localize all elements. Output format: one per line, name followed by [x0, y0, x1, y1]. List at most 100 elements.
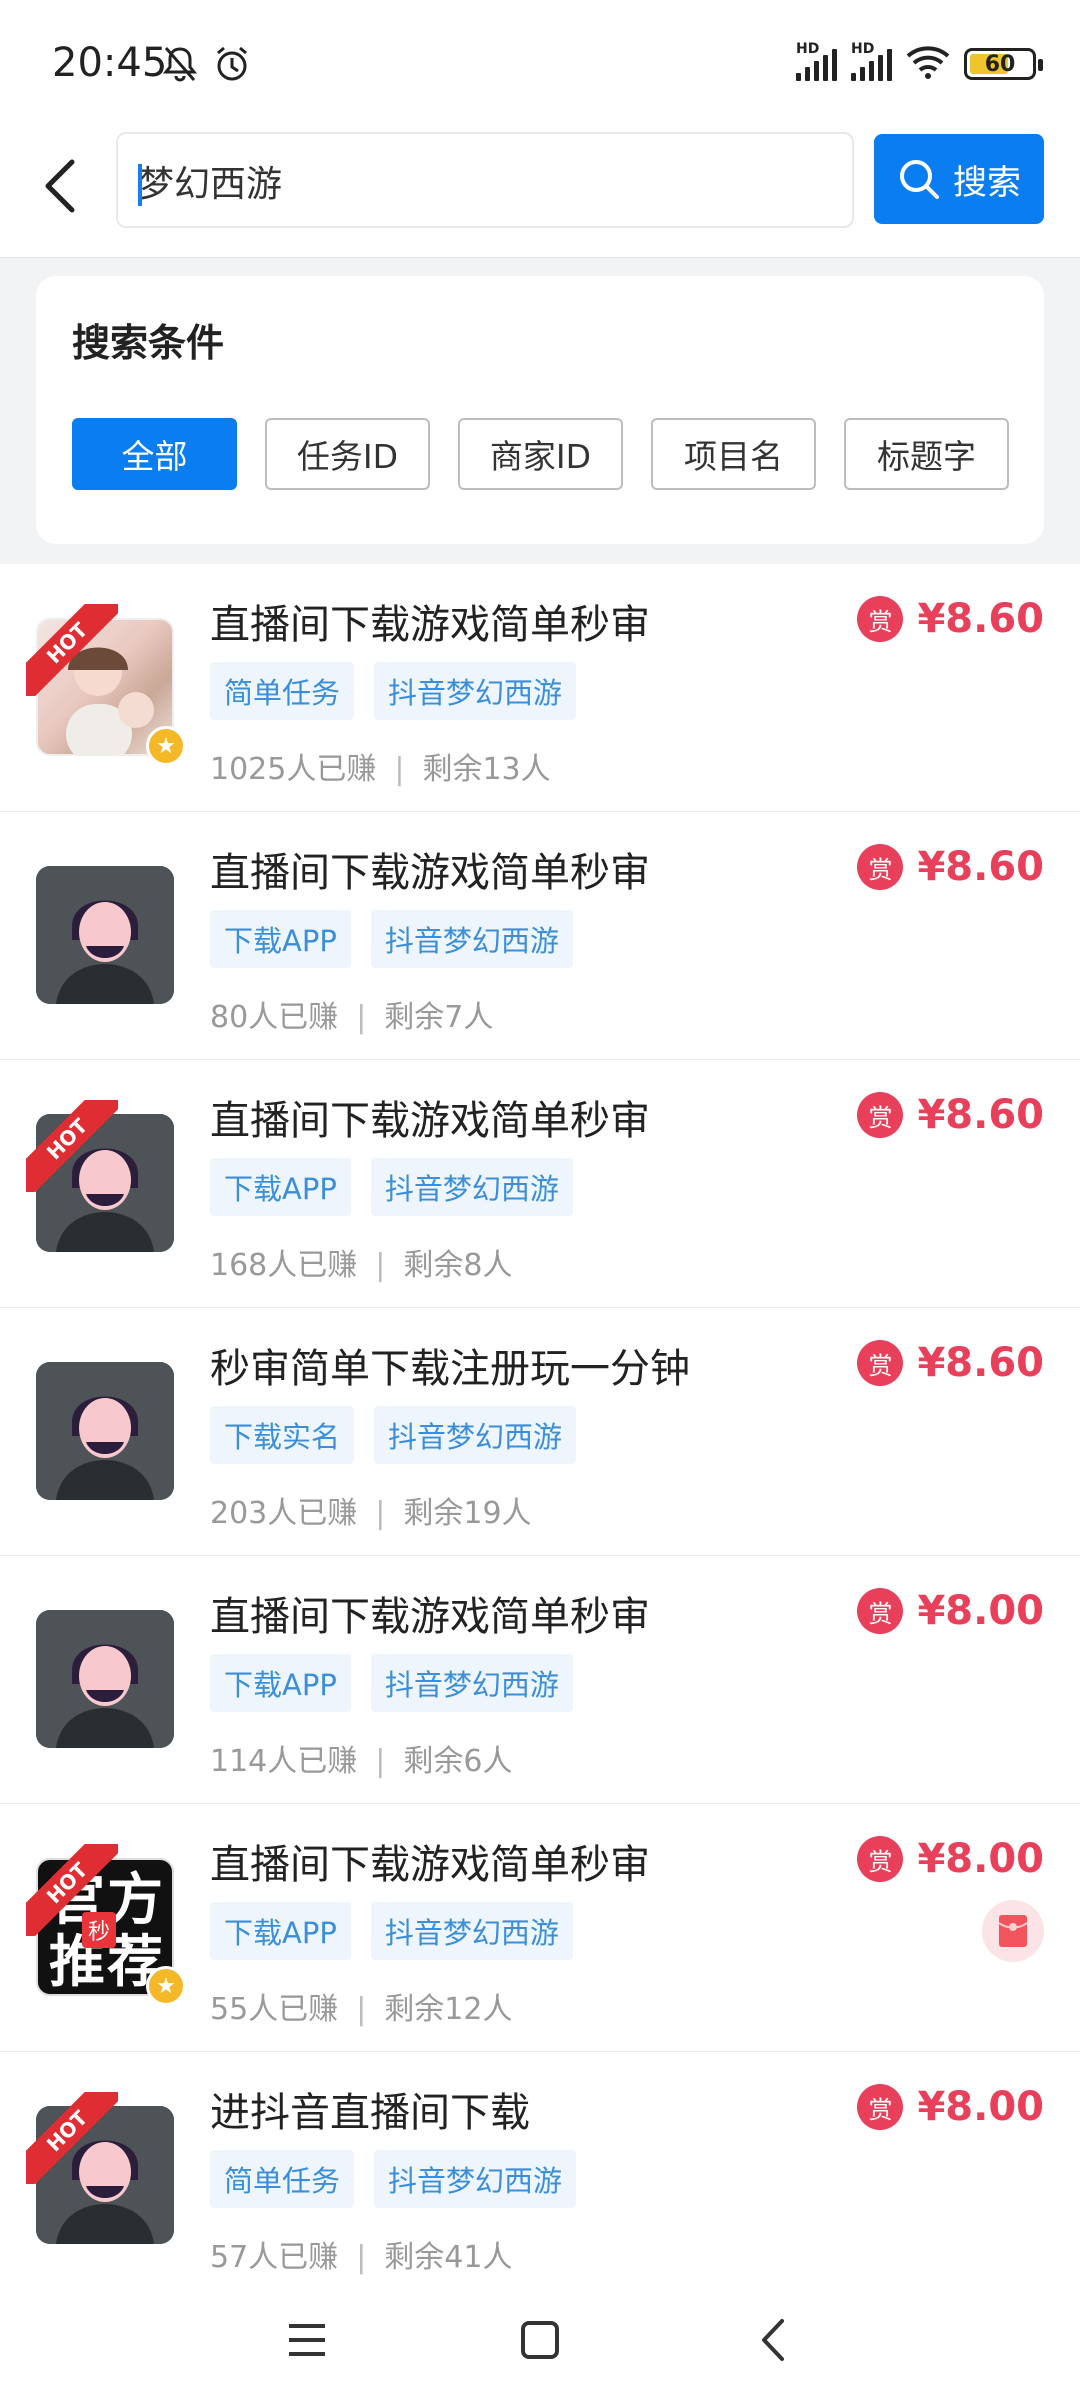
search-conditions-card: 搜索条件 全部 任务ID 商家ID 项目名 标题字	[36, 276, 1044, 544]
status-time: 20:45	[52, 40, 168, 86]
search-box[interactable]	[116, 132, 854, 228]
home-square-icon[interactable]	[495, 2295, 585, 2385]
task-reward: 赏 ¥8.00	[857, 2084, 1044, 2130]
battery-level: 60	[984, 51, 1016, 77]
task-title: 直播间下载游戏简单秒审	[210, 850, 650, 896]
task-price: ¥8.60	[917, 1340, 1044, 1386]
task-reward: 赏 ¥8.60	[857, 1340, 1044, 1386]
task-meta: 57人已赚 | 剩余41人	[210, 2240, 513, 2275]
task-remaining: 剩余13人	[422, 752, 551, 787]
task-item[interactable]: HOT 官方推荐 秒 ★ 直播间下载游戏简单秒审 下载APP 抖音梦幻西游 55…	[0, 1804, 1080, 2052]
task-tag: 简单任务	[210, 662, 355, 720]
reward-icon: 赏	[857, 844, 904, 890]
task-item[interactable]: HOT ★ 直播间下载游戏简单秒审 简单任务 抖音梦幻西游 1025人已赚 | 剩余…	[0, 564, 1080, 812]
hd-signal-icon: HD	[851, 41, 892, 81]
filter-title: 搜索条件	[72, 321, 225, 365]
task-tags: 简单任务 抖音梦幻西游	[210, 662, 577, 720]
task-reward: 赏 ¥8.60	[857, 844, 1044, 890]
bell-off-icon	[160, 44, 200, 88]
default-avatar-icon	[36, 866, 174, 1004]
task-title: 直播间下载游戏简单秒审	[210, 602, 650, 648]
task-list: HOT ★ 直播间下载游戏简单秒审 简单任务 抖音梦幻西游 1025人已赚 | 剩余…	[0, 564, 1080, 2300]
task-tag: 抖音梦幻西游	[374, 2150, 577, 2208]
task-meta: 203人已赚 | 剩余19人	[210, 1496, 532, 1531]
task-price: ¥8.00	[917, 2084, 1044, 2130]
hot-badge: HOT	[26, 1100, 118, 1192]
back-chevron-icon[interactable]	[728, 2295, 818, 2385]
task-remaining: 剩余6人	[403, 1744, 513, 1779]
task-tag: 抖音梦幻西游	[370, 1902, 573, 1960]
task-remaining: 剩余41人	[384, 2240, 513, 2275]
task-meta: 114人已赚 | 剩余6人	[210, 1744, 513, 1779]
system-nav-bar	[0, 2280, 1080, 2400]
chevron-left-icon	[45, 159, 75, 213]
hd-signal-icon: HD	[796, 41, 837, 81]
task-price: ¥8.60	[917, 1092, 1044, 1138]
task-item[interactable]: HOT 进抖音直播间下载 简单任务 抖音梦幻西游 57人已赚 | 剩余41人 赏 ¥…	[0, 2052, 1080, 2300]
task-tag: 简单任务	[210, 2150, 355, 2208]
filter-chip-project-name[interactable]: 项目名	[651, 418, 816, 490]
red-packet-icon[interactable]	[982, 1900, 1044, 1962]
task-earned: 57人已赚	[210, 2240, 339, 2275]
task-earned: 114人已赚	[210, 1744, 358, 1779]
reward-icon: 赏	[857, 1836, 904, 1882]
alarm-icon	[212, 44, 252, 88]
search-icon	[900, 160, 939, 199]
back-button[interactable]	[20, 146, 100, 226]
task-tag: 下载APP	[210, 1902, 351, 1960]
reward-icon: 赏	[857, 596, 904, 642]
task-tag: 抖音梦幻西游	[370, 910, 573, 968]
task-earned: 168人已赚	[210, 1248, 358, 1283]
task-title: 直播间下载游戏简单秒审	[210, 1098, 650, 1144]
default-avatar-icon	[36, 1362, 174, 1500]
reward-icon: 赏	[857, 1588, 904, 1634]
task-tags: 下载APP 抖音梦幻西游	[210, 1654, 573, 1712]
task-earned: 80人已赚	[210, 1000, 339, 1035]
task-tags: 下载APP 抖音梦幻西游	[210, 1902, 573, 1960]
task-earned: 203人已赚	[210, 1496, 358, 1531]
task-tags: 下载实名 抖音梦幻西游	[210, 1406, 577, 1464]
task-earned: 55人已赚	[210, 1992, 339, 2027]
task-title: 进抖音直播间下载	[210, 2090, 530, 2136]
task-item[interactable]: 直播间下载游戏简单秒审 下载APP 抖音梦幻西游 80人已赚 | 剩余7人 赏 ¥8…	[0, 812, 1080, 1060]
task-tags: 下载APP 抖音梦幻西游	[210, 1158, 573, 1216]
task-item[interactable]: 秒审简单下载注册玩一分钟 下载实名 抖音梦幻西游 203人已赚 | 剩余19人 赏 …	[0, 1308, 1080, 1556]
filter-chip-title-keyword[interactable]: 标题字	[844, 418, 1009, 490]
star-badge-icon: ★	[146, 1966, 186, 2006]
task-tag: 下载实名	[210, 1406, 355, 1464]
status-bar: 20:45 HD HD 60	[0, 0, 1080, 128]
search-header: 搜索	[0, 128, 1080, 258]
task-reward: 赏 ¥8.00	[857, 1836, 1044, 1882]
task-remaining: 剩余7人	[384, 1000, 494, 1035]
task-price: ¥8.00	[917, 1836, 1044, 1882]
task-price: ¥8.60	[917, 844, 1044, 890]
battery-icon: 60	[964, 48, 1043, 80]
task-item[interactable]: HOT 直播间下载游戏简单秒审 下载APP 抖音梦幻西游 168人已赚 | 剩余8人…	[0, 1060, 1080, 1308]
task-tag: 下载APP	[210, 910, 351, 968]
task-tag: 抖音梦幻西游	[370, 1158, 573, 1216]
hot-badge: HOT	[26, 2092, 118, 2184]
task-item[interactable]: 直播间下载游戏简单秒审 下载APP 抖音梦幻西游 114人已赚 | 剩余6人 赏 ¥…	[0, 1556, 1080, 1804]
task-price: ¥8.00	[917, 1588, 1044, 1634]
task-earned: 1025人已赚	[210, 752, 377, 787]
filter-chip-merchant-id[interactable]: 商家ID	[458, 418, 623, 490]
task-title: 直播间下载游戏简单秒审	[210, 1594, 650, 1640]
reward-icon: 赏	[857, 1092, 904, 1138]
task-tag: 下载APP	[210, 1158, 351, 1216]
search-button[interactable]: 搜索	[874, 134, 1044, 224]
filter-chip-task-id[interactable]: 任务ID	[265, 418, 430, 490]
task-remaining: 剩余12人	[384, 1992, 513, 2027]
star-badge-icon: ★	[146, 726, 186, 766]
reward-icon: 赏	[857, 2084, 904, 2130]
task-reward: 赏 ¥8.00	[857, 1588, 1044, 1634]
wifi-icon	[906, 44, 950, 84]
menu-icon[interactable]	[262, 2295, 352, 2385]
task-meta: 55人已赚 | 剩余12人	[210, 1992, 513, 2027]
task-remaining: 剩余19人	[403, 1496, 532, 1531]
filter-chip-all[interactable]: 全部	[72, 418, 237, 490]
search-input[interactable]	[138, 148, 828, 214]
task-title: 直播间下载游戏简单秒审	[210, 1842, 650, 1888]
task-meta: 168人已赚 | 剩余8人	[210, 1248, 513, 1283]
reward-icon: 赏	[857, 1340, 904, 1386]
hot-badge: HOT	[26, 604, 118, 696]
